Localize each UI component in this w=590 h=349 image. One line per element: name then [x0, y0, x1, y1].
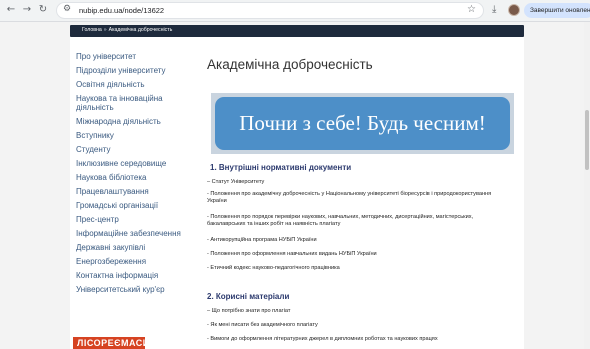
breadcrumb-home-link[interactable]: Головна [82, 27, 102, 33]
doc-link-references-requirements[interactable]: - Вимоги до оформлення літературних джер… [207, 336, 507, 343]
profile-avatar[interactable] [508, 4, 520, 16]
sidebar-item-departments[interactable]: Підрозділи університету [76, 66, 186, 75]
url-text[interactable]: nubip.edu.ua/node/13622 [79, 6, 164, 15]
section-internal-docs-heading: 1. Внутрішні нормативні документи [210, 163, 352, 172]
breadcrumb-separator: » [103, 27, 107, 33]
breadcrumb-current: Академічна доброчесність [108, 27, 173, 33]
sidebar-item-contacts[interactable]: Контактна інформація [76, 271, 186, 280]
sidebar-item-information[interactable]: Інформаційне забезпечення [76, 229, 186, 238]
page-title: Академічна доброчесність [207, 57, 373, 72]
scrollbar-thumb[interactable] [585, 110, 589, 170]
sidebar-item-international[interactable]: Міжнародна діяльність [76, 117, 186, 126]
back-arrow-icon[interactable]: ← [4, 3, 18, 17]
banner-panel: Почни з себе! Будь чесним! [215, 97, 510, 150]
sidebar-menu: Про університет Підрозділи університету … [76, 52, 186, 299]
sidebar-item-organizations[interactable]: Громадські організації [76, 201, 186, 210]
star-icon[interactable]: ☆ [467, 4, 476, 15]
doc-link-statute[interactable]: – Статут Університету [207, 179, 507, 186]
doc-link-integrity-regulation[interactable]: - Положення про академічну доброчесність… [207, 191, 507, 205]
doc-link-ethics-code[interactable]: - Етичний кодекс науково-педагогічного п… [207, 265, 507, 272]
integrity-banner: Почни з себе! Будь чесним! [211, 93, 514, 154]
partner-logo[interactable]: ЛІСОРЕЄМАСИ [73, 337, 149, 349]
download-icon[interactable]: ⤓ [492, 4, 496, 15]
sidebar-item-library[interactable]: Наукова бібліотека [76, 173, 186, 182]
doc-link-publications-regulation[interactable]: - Положення про оформлення навчальних ви… [207, 251, 507, 258]
breadcrumb: Головна» Академічна доброчесність [82, 27, 172, 33]
partner-logo-text: ЛІСОРЕЄМАСИ [77, 338, 150, 348]
site-settings-icon[interactable]: ⚙ [63, 4, 71, 14]
sidebar-item-employment[interactable]: Працевлаштування [76, 187, 186, 196]
banner-slogan: Почни з себе! Будь чесним! [239, 111, 486, 135]
doc-link-plagiarism-facts[interactable]: – Що потрібно знати про плагіат [207, 308, 507, 315]
address-bar[interactable]: ⚙ nubip.edu.ua/node/13622 ☆ [56, 2, 484, 19]
sidebar-item-procurement[interactable]: Державні закупівлі [76, 243, 186, 252]
reload-icon[interactable]: ↻ [36, 3, 50, 17]
sidebar-item-energy[interactable]: Енергозбереження [76, 257, 186, 266]
doc-link-plagiarism-check-regulation[interactable]: - Положення про порядок перевірки науков… [207, 214, 507, 228]
browser-toolbar: ← → ↻ ⚙ nubip.edu.ua/node/13622 ☆ ⤓ Заве… [0, 0, 590, 22]
sidebar-item-inclusive[interactable]: Інклюзивне середовище [76, 159, 186, 168]
breadcrumb-bar: Головна» Академічна доброчесність [70, 25, 524, 37]
sidebar-item-about[interactable]: Про університет [76, 52, 186, 61]
sidebar-item-courier[interactable]: Університетський кур'єр [76, 285, 186, 294]
section-useful-materials-heading: 2. Корисні матеріали [207, 292, 290, 301]
forward-arrow-icon[interactable]: → [20, 3, 34, 17]
sidebar-item-education[interactable]: Освітня діяльність [76, 80, 186, 89]
sidebar-item-research[interactable]: Наукова та інноваційна діяльність [76, 94, 186, 112]
sidebar-item-student[interactable]: Студенту [76, 145, 186, 154]
doc-link-writing-guide[interactable]: - Як мені писати без академічного плагіа… [207, 322, 507, 329]
page-scrollbar[interactable] [584, 22, 590, 349]
doc-link-anticorruption[interactable]: - Антикорупційна програма НУБіП України [207, 237, 507, 244]
sidebar-item-press[interactable]: Прес-центр [76, 215, 186, 224]
sidebar-item-admission[interactable]: Вступнику [76, 131, 186, 140]
update-button[interactable]: Завершити оновлення [524, 3, 590, 18]
